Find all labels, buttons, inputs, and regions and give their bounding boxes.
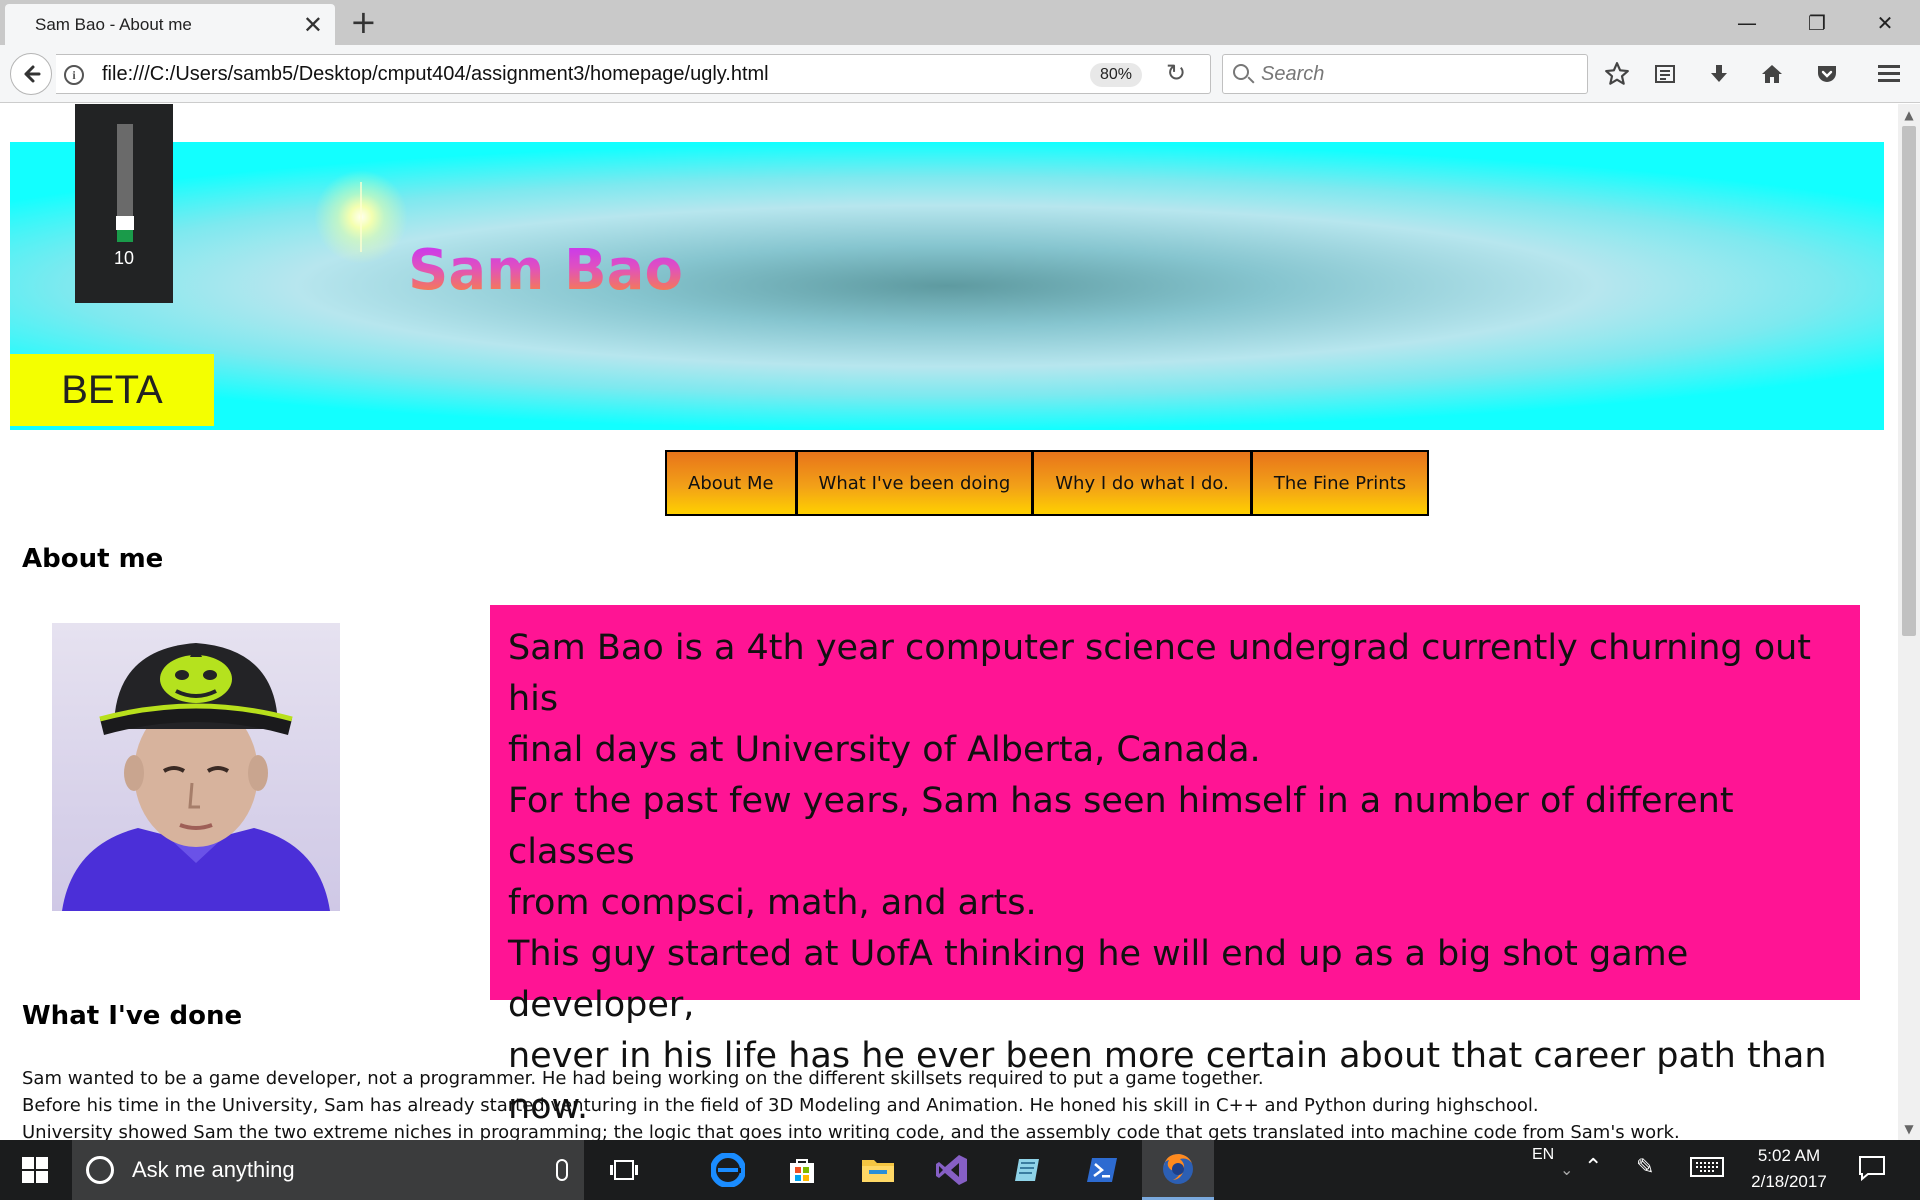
tab-title: Sam Bao - About me <box>35 14 192 34</box>
url-text[interactable]: file:///C:/Users/samb5/Desktop/cmput404/… <box>102 63 769 86</box>
pocket-icon[interactable] <box>1810 57 1844 91</box>
sun-ray-decoration <box>360 182 362 252</box>
minimize-button[interactable]: — <box>1712 0 1782 45</box>
pen-workspace-icon[interactable]: ✎ <box>1636 1154 1654 1180</box>
search-bar[interactable] <box>1222 54 1588 94</box>
firefox-icon[interactable] <box>1142 1140 1214 1200</box>
navigation-toolbar: i file:///C:/Users/samb5/Desktop/cmput40… <box>0 45 1920 103</box>
file-explorer-icon[interactable] <box>842 1140 914 1200</box>
zoom-level-badge[interactable]: 80% <box>1090 63 1143 87</box>
back-arrow-icon <box>24 65 41 83</box>
new-tab-button[interactable]: + <box>350 6 377 38</box>
notepad-icon[interactable] <box>992 1140 1064 1200</box>
what-ive-done-text: Sam wanted to be a game developer, not a… <box>22 1065 1882 1140</box>
done-line: Before his time in the University, Sam h… <box>22 1095 1539 1116</box>
about-text-box: Sam Bao is a 4th year computer science u… <box>490 605 1860 1127</box>
vertical-scrollbar[interactable]: ▲ ▼ <box>1898 104 1920 1140</box>
cortana-icon <box>86 1156 114 1184</box>
about-line: Sam Bao is a 4th year computer science u… <box>508 628 1812 719</box>
site-title: Sam Bao <box>408 238 683 303</box>
clock-time[interactable]: 5:02 AM <box>1752 1146 1826 1166</box>
nav-about-me[interactable]: About Me <box>667 452 795 514</box>
about-line: This guy started at UofA thinking he wil… <box>508 934 1689 1025</box>
home-icon[interactable] <box>1755 57 1789 91</box>
language-indicator[interactable]: EN <box>1532 1146 1554 1164</box>
powershell-icon[interactable] <box>1066 1140 1138 1200</box>
menu-icon[interactable] <box>1872 57 1906 91</box>
about-line: from compsci, math, and arts. <box>508 883 1037 923</box>
reading-list-icon[interactable] <box>1648 57 1682 91</box>
visual-studio-icon[interactable] <box>916 1140 988 1200</box>
cortana-search-box[interactable]: Ask me anything <box>72 1140 584 1200</box>
search-icon <box>1233 64 1249 80</box>
browser-tab[interactable]: Sam Bao - About me ✕ <box>5 4 335 45</box>
close-icon: ✕ <box>1876 10 1894 35</box>
input-mode-chevron-icon[interactable]: ⌄ <box>1560 1160 1573 1180</box>
done-line: University showed Sam the two extreme ni… <box>22 1122 1680 1140</box>
microphone-icon[interactable] <box>556 1159 568 1181</box>
site-nav-menu: About Me What I've been doing Why I do w… <box>665 450 1430 516</box>
done-line: Sam wanted to be a game developer, not a… <box>22 1068 1264 1089</box>
volume-thumb[interactable] <box>116 216 134 230</box>
windows-taskbar: Ask me anything EN ⌄ ⌃ ✎ 5:02 AM 2/18/20… <box>0 1140 1920 1200</box>
volume-value: 10 <box>113 248 135 268</box>
scroll-down-arrow-icon[interactable]: ▼ <box>1898 1118 1920 1140</box>
nav-why-i-do-what-i-do[interactable]: Why I do what I do. <box>1034 452 1250 514</box>
action-center-icon[interactable] <box>1858 1154 1886 1187</box>
download-icon[interactable] <box>1702 57 1736 91</box>
scrollbar-thumb[interactable] <box>1902 126 1916 636</box>
store-icon[interactable] <box>766 1140 838 1200</box>
tab-strip: Sam Bao - About me ✕ + — ❐ ✕ <box>0 0 1920 45</box>
nav-what-ive-been-doing[interactable]: What I've been doing <box>797 452 1032 514</box>
cortana-placeholder: Ask me anything <box>132 1157 295 1182</box>
back-button[interactable] <box>10 53 52 95</box>
about-line: For the past few years, Sam has seen him… <box>508 781 1734 872</box>
restore-button[interactable]: ❐ <box>1782 0 1852 45</box>
profile-photo <box>52 623 340 911</box>
volume-slider[interactable] <box>116 124 134 242</box>
scroll-up-arrow-icon[interactable]: ▲ <box>1898 104 1920 126</box>
close-window-button[interactable]: ✕ <box>1850 0 1920 45</box>
volume-fill <box>117 230 133 242</box>
header-banner: Sam Bao BETA <box>10 142 1884 430</box>
site-info-icon[interactable]: i <box>64 65 84 85</box>
clock-date[interactable]: 2/18/2017 <box>1744 1172 1834 1192</box>
restore-icon: ❐ <box>1808 10 1826 35</box>
touch-keyboard-icon[interactable] <box>1690 1156 1724 1183</box>
volume-widget[interactable]: 10 <box>75 104 173 303</box>
windows-logo-icon <box>22 1157 48 1183</box>
start-button[interactable] <box>0 1140 70 1200</box>
search-input[interactable] <box>1261 61 1561 87</box>
edge-icon[interactable] <box>692 1140 764 1200</box>
task-view-icon[interactable] <box>588 1140 660 1200</box>
minimize-icon: — <box>1737 10 1757 35</box>
beta-badge: BETA <box>10 354 214 426</box>
what-ive-done-heading: What I've done <box>22 1001 243 1031</box>
page-viewport: Sam Bao BETA 10 About Me What I've been … <box>0 104 1898 1140</box>
star-icon[interactable] <box>1600 57 1634 91</box>
show-hidden-icons-chevron-icon[interactable]: ⌃ <box>1584 1154 1602 1180</box>
url-bar[interactable]: i file:///C:/Users/samb5/Desktop/cmput40… <box>56 54 1211 94</box>
nav-the-fine-prints[interactable]: The Fine Prints <box>1252 452 1428 514</box>
reload-icon[interactable]: ↻ <box>1166 59 1186 87</box>
tab-close-icon[interactable]: ✕ <box>303 13 323 37</box>
about-me-heading: About me <box>22 544 164 574</box>
about-line: final days at University of Alberta, Can… <box>508 730 1261 770</box>
